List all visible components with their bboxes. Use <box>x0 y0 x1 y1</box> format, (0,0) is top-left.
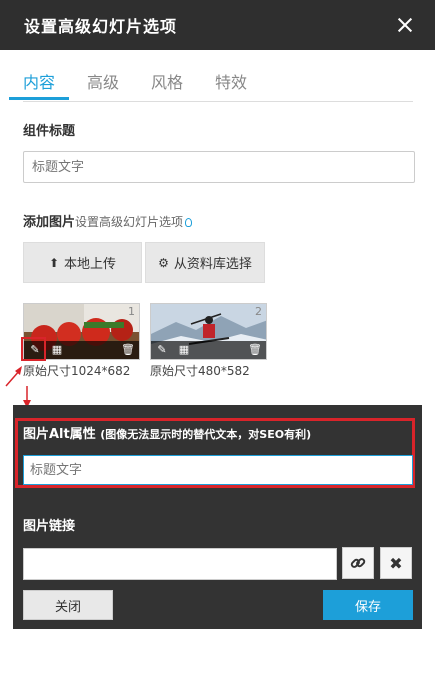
remove-icon[interactable]: ✖ <box>380 547 412 579</box>
alt-label-text: 图片Alt属性 <box>23 427 96 442</box>
widget-title-label: 组件标题 <box>23 124 76 139</box>
add-image-label-text: 添加图片 <box>23 215 76 230</box>
lightbulb-icon[interactable] <box>185 218 193 227</box>
upload-local-label: 本地上传 <box>64 257 117 272</box>
from-library-button[interactable]: ⚙ 从资料库选择 <box>145 242 265 283</box>
add-image-label: 添加图片设置高级幻灯片选项 <box>23 211 193 230</box>
upload-icon: ⬆ <box>48 255 60 270</box>
save-button[interactable]: 保存 <box>323 590 413 620</box>
tab-effects[interactable]: 特效 <box>215 73 247 99</box>
image-size-2: 原始尺寸480*582 <box>150 364 250 378</box>
tab-content[interactable]: 内容 <box>9 73 70 100</box>
annotation-arrow <box>5 366 31 408</box>
add-image-hint: 设置高级幻灯片选项 <box>75 215 184 229</box>
trash-icon[interactable]: 🗑 <box>248 344 262 356</box>
close-icon[interactable] <box>397 17 413 33</box>
image-number: 1 <box>128 305 135 318</box>
tab-bar: 内容 高级 风格 特效 <box>9 73 413 102</box>
trash-icon[interactable]: 🗑 <box>121 344 135 356</box>
gear-icon: ⚙ <box>158 255 169 270</box>
grid-icon[interactable]: ▦ <box>51 344 63 356</box>
widget-title-input[interactable] <box>23 151 415 183</box>
from-library-label: 从资料库选择 <box>173 257 252 272</box>
link-glyph <box>350 558 366 568</box>
tab-advanced[interactable]: 高级 <box>87 73 119 99</box>
slideshow-options-dialog: 设置高级幻灯片选项 内容 高级 风格 特效 组件标题 添加图片设置高级幻灯片选项… <box>0 0 435 682</box>
image-link-label: 图片链接 <box>23 519 76 534</box>
dialog-title: 设置高级幻灯片选项 <box>24 17 178 36</box>
tab-style[interactable]: 风格 <box>151 73 183 99</box>
image-thumbnail-2[interactable]: 2 ✎ ▦ 🗑 <box>150 303 267 360</box>
dialog-titlebar: 设置高级幻灯片选项 <box>0 0 435 50</box>
alt-input[interactable] <box>23 455 413 485</box>
highlight-box-edit <box>21 337 46 361</box>
alt-hint: (图像无法显示时的替代文本，对SEO有利) <box>100 428 312 441</box>
alt-label: 图片Alt属性 (图像无法显示时的替代文本，对SEO有利) <box>23 423 311 442</box>
image-link-input[interactable] <box>23 548 337 580</box>
edit-icon[interactable]: ✎ <box>156 344 168 356</box>
grid-icon[interactable]: ▦ <box>178 344 190 356</box>
image-number: 2 <box>255 305 262 318</box>
close-button[interactable]: 关闭 <box>23 590 113 620</box>
upload-local-button[interactable]: ⬆ 本地上传 <box>23 242 142 283</box>
link-icon[interactable] <box>342 547 374 579</box>
